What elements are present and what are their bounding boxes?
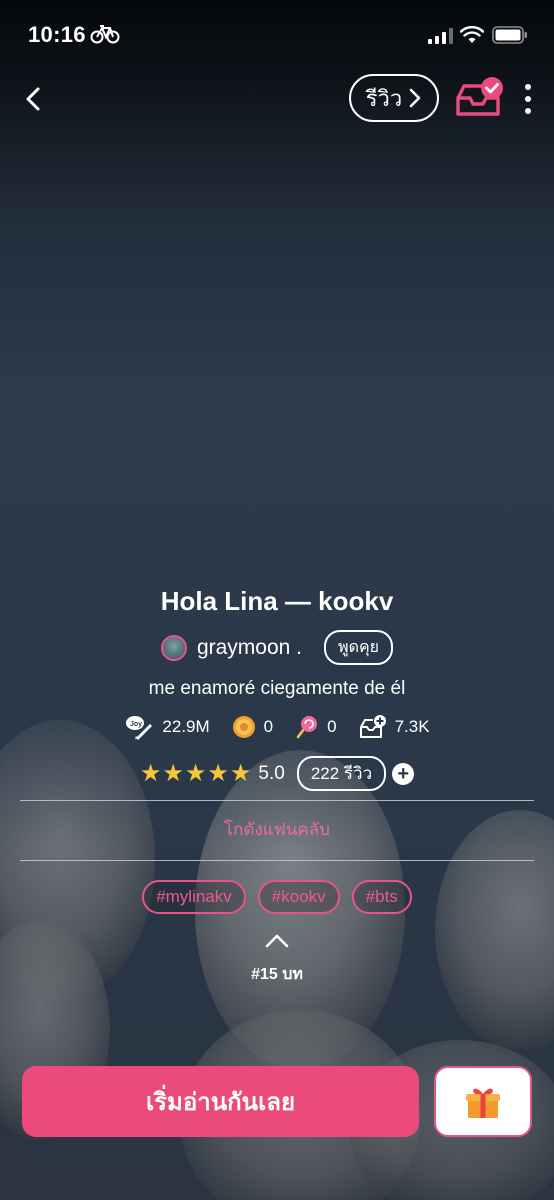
talk-button[interactable]: พูดคุย bbox=[324, 630, 394, 665]
rating-value: 5.0 bbox=[258, 762, 285, 784]
stats-row: Joy 22.9M 0 0 7.3K bbox=[0, 714, 554, 740]
lollipop-icon bbox=[296, 716, 318, 739]
stat-shelf-value: 7.3K bbox=[394, 717, 430, 736]
tag-chip[interactable]: #kookv bbox=[257, 880, 340, 914]
chapter-count[interactable]: #15 บท bbox=[0, 962, 554, 987]
status-time: 10:16 bbox=[28, 22, 86, 47]
start-reading-button[interactable]: เริ่มอ่านกันเลย bbox=[22, 1066, 419, 1137]
more-vertical-icon[interactable] bbox=[518, 82, 538, 116]
chevron-up-icon[interactable] bbox=[265, 934, 289, 948]
story-detail-screen: 10:16 รีวิว Hola Lina — kookv graymoon .… bbox=[0, 0, 554, 1200]
stat-lollipops: 0 bbox=[295, 715, 337, 739]
review-button-label: รีวิว bbox=[365, 85, 403, 111]
reviews-count-button[interactable]: 222 รีวิว bbox=[296, 756, 387, 791]
rating-row: ★★★★★ 5.0 222 รีวิว + bbox=[0, 756, 554, 791]
stat-views-value: 22.9M bbox=[162, 717, 210, 736]
battery-icon bbox=[492, 26, 527, 44]
wifi-icon bbox=[460, 26, 484, 43]
back-chevron-icon[interactable] bbox=[20, 84, 50, 114]
status-bar: 10:16 bbox=[0, 0, 554, 70]
review-button[interactable]: รีวิว bbox=[349, 74, 439, 122]
chevron-right-icon bbox=[409, 88, 421, 108]
author-row: graymoon . พูดคุย bbox=[0, 630, 554, 665]
stat-coins-value: 0 bbox=[263, 717, 274, 736]
coin-icon bbox=[232, 716, 255, 738]
tag-chip[interactable]: #bts bbox=[351, 880, 412, 914]
cellular-signal-icon bbox=[428, 28, 453, 44]
joy-pen-icon: Joy bbox=[126, 716, 153, 740]
author-name[interactable]: graymoon . bbox=[197, 636, 302, 660]
add-review-icon[interactable]: + bbox=[392, 762, 415, 785]
divider-top bbox=[20, 800, 534, 801]
fanclub-link[interactable]: โกดังแฟนคลับ bbox=[0, 816, 554, 843]
divider-bottom bbox=[20, 860, 534, 861]
tag-chip[interactable]: #mylinakv bbox=[142, 880, 246, 914]
add-shelf-icon bbox=[359, 715, 386, 738]
gift-button[interactable] bbox=[434, 1066, 532, 1137]
story-title: Hola Lina — kookv bbox=[160, 586, 394, 616]
story-description: me enamoré ciegamente de él bbox=[148, 678, 406, 699]
stat-shelf: 7.3K bbox=[359, 715, 430, 739]
inbox-check-icon[interactable] bbox=[454, 76, 506, 120]
rating-stars: ★★★★★ bbox=[139, 760, 253, 787]
stat-coins: 0 bbox=[232, 715, 273, 739]
tag-list: #mylinakv #kookv #bts bbox=[0, 880, 554, 914]
author-avatar[interactable] bbox=[160, 634, 187, 661]
bicycle-icon bbox=[90, 25, 120, 44]
stat-views: Joy 22.9M bbox=[124, 714, 210, 740]
stat-lollipops-value: 0 bbox=[327, 717, 337, 736]
svg-text:Joy: Joy bbox=[130, 721, 142, 728]
gift-icon bbox=[466, 1088, 500, 1118]
